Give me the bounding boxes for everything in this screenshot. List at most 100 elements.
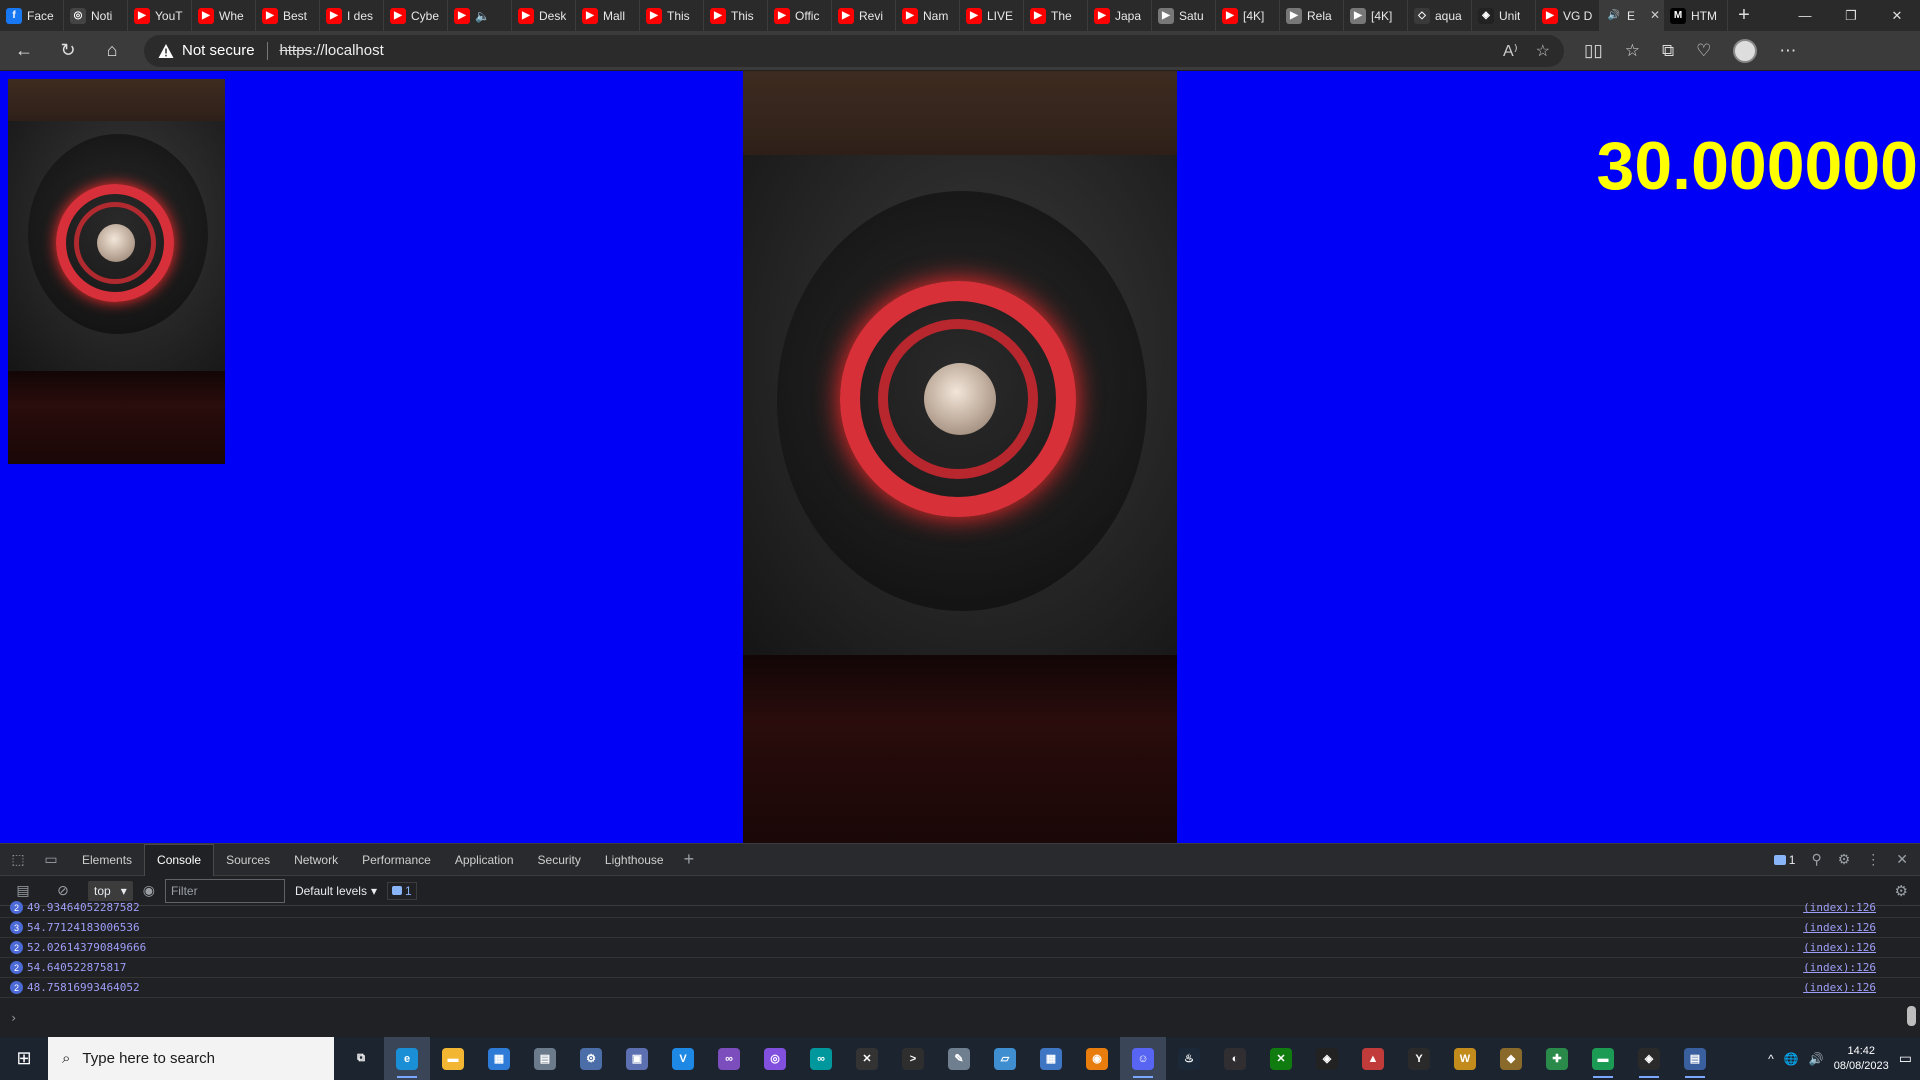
taskbar-search[interactable]: ⌕ Type here to search — [48, 1037, 334, 1080]
clock[interactable]: 14:42 08/08/2023 — [1834, 1044, 1889, 1074]
restore-button[interactable]: ❐ — [1828, 0, 1874, 31]
taskbar-app[interactable]: ∞ — [706, 1037, 752, 1080]
sidebar-toggle-icon[interactable]: ▤ — [8, 882, 38, 899]
browser-tab[interactable]: ▶ Whe — [192, 0, 256, 31]
console-settings-gear-icon[interactable]: ⚙ — [1895, 882, 1908, 900]
taskbar-app[interactable]: ▬ — [1580, 1037, 1626, 1080]
more-options-icon[interactable]: ⋮ — [1866, 851, 1880, 868]
browser-tab[interactable]: ▶ YouT — [128, 0, 192, 31]
issues-badge[interactable]: 1 — [1773, 853, 1795, 867]
more-tools-icon[interactable]: + — [684, 849, 695, 870]
browser-tab[interactable]: ▶ [4K] — [1344, 0, 1408, 31]
taskbar-app[interactable]: ▱ — [982, 1037, 1028, 1080]
taskbar-app[interactable]: ▦ — [1028, 1037, 1074, 1080]
taskbar-app[interactable]: ◎ — [752, 1037, 798, 1080]
minimize-button[interactable]: — — [1782, 0, 1828, 31]
taskbar-app[interactable]: ◉ — [1074, 1037, 1120, 1080]
network-globe-icon[interactable]: 🌐 — [1784, 1052, 1799, 1066]
browser-tab[interactable]: ▶ [4K] — [1216, 0, 1280, 31]
scrollbar-thumb[interactable] — [1907, 1006, 1916, 1026]
devtools-tab-application[interactable]: Application — [443, 844, 526, 876]
console-scrollbar[interactable] — [1907, 914, 1916, 1032]
devtools-tab-sources[interactable]: Sources — [214, 844, 282, 876]
close-window-button[interactable]: ✕ — [1874, 0, 1920, 31]
close-devtools-icon[interactable]: ✕ — [1896, 851, 1908, 868]
tray-overflow-icon[interactable]: ^ — [1768, 1052, 1774, 1066]
browser-tab[interactable]: ▶ VG D — [1536, 0, 1600, 31]
browser-tab[interactable]: ▶ Cybe — [384, 0, 448, 31]
back-button[interactable]: ← — [4, 33, 44, 69]
issues-counter[interactable]: 1 — [387, 881, 417, 900]
taskbar-app[interactable]: e — [384, 1037, 430, 1080]
browser-tab[interactable]: f Face — [0, 0, 64, 31]
console-prompt[interactable]: › — [0, 1008, 1920, 1028]
browser-tab[interactable]: ▶ Revi — [832, 0, 896, 31]
browser-tab[interactable]: ▶ Satu — [1152, 0, 1216, 31]
taskbar-app[interactable]: ▦ — [476, 1037, 522, 1080]
browser-tab[interactable]: ▶ Japa — [1088, 0, 1152, 31]
taskbar-app[interactable]: > — [890, 1037, 936, 1080]
taskbar-app[interactable]: ⚙ — [568, 1037, 614, 1080]
source-link[interactable]: (index):126 — [1803, 901, 1876, 914]
taskbar-app[interactable]: ◆ — [1488, 1037, 1534, 1080]
taskbar-app[interactable]: Y — [1396, 1037, 1442, 1080]
live-expression-eye-icon[interactable]: ◉ — [143, 882, 155, 899]
notifications-icon[interactable]: ▭ — [1899, 1050, 1912, 1067]
taskbar-app[interactable]: ◈ — [1304, 1037, 1350, 1080]
browser-tab[interactable]: M HTM — [1664, 0, 1728, 31]
browser-tab[interactable]: ▶ LIVE — [960, 0, 1024, 31]
browser-tab[interactable]: ▶ This — [640, 0, 704, 31]
settings-gear-icon[interactable]: ⚙ — [1838, 851, 1851, 868]
taskbar-app[interactable]: ♨ — [1166, 1037, 1212, 1080]
browser-tab[interactable]: ▶ Best — [256, 0, 320, 31]
devtools-tab-lighthouse[interactable]: Lighthouse — [593, 844, 676, 876]
devtools-tab-elements[interactable]: Elements — [70, 844, 144, 876]
browser-essentials-icon[interactable]: ♡ — [1696, 41, 1711, 61]
browser-tab[interactable]: ▶ Mall — [576, 0, 640, 31]
taskbar-app[interactable]: ✕ — [1258, 1037, 1304, 1080]
source-link[interactable]: (index):126 — [1803, 961, 1876, 974]
url-text[interactable]: https://localhost — [280, 42, 384, 59]
split-screen-icon[interactable]: ▯▯ — [1584, 41, 1603, 61]
devtools-tab-performance[interactable]: Performance — [350, 844, 443, 876]
taskbar-app[interactable]: ✕ — [844, 1037, 890, 1080]
clear-console-icon[interactable]: ⊘ — [48, 882, 78, 899]
new-tab-button[interactable]: + — [1728, 0, 1760, 31]
taskbar-app[interactable]: ▣ — [614, 1037, 660, 1080]
taskbar-app[interactable]: ▬ — [430, 1037, 476, 1080]
source-link[interactable]: (index):126 — [1803, 921, 1876, 934]
taskbar-app[interactable]: ∞ — [798, 1037, 844, 1080]
browser-tab[interactable]: ▶ I des — [320, 0, 384, 31]
favorites-icon[interactable]: ☆ — [1625, 41, 1640, 61]
profile-avatar[interactable] — [1733, 38, 1758, 63]
home-button[interactable]: ⌂ — [92, 33, 132, 69]
refresh-button[interactable]: ↻ — [48, 33, 88, 69]
taskbar-app[interactable]: ✚ — [1534, 1037, 1580, 1080]
taskbar-app[interactable]: ⧉ — [338, 1037, 384, 1080]
taskbar-app[interactable]: ▤ — [522, 1037, 568, 1080]
taskbar-app[interactable]: ☺ — [1120, 1037, 1166, 1080]
browser-tab[interactable]: ◇ aqua — [1408, 0, 1472, 31]
browser-tab[interactable]: ▶ Rela — [1280, 0, 1344, 31]
browser-tab[interactable]: ▶ The — [1024, 0, 1088, 31]
device-toolbar-icon[interactable]: ▭ — [36, 851, 66, 868]
devtools-tab-console[interactable]: Console — [144, 843, 215, 876]
favorite-star-icon[interactable]: ☆ — [1536, 41, 1550, 61]
browser-tab[interactable]: ◎ Noti — [64, 0, 128, 31]
volume-icon[interactable]: 🔊 — [1809, 1052, 1824, 1066]
taskbar-app[interactable]: ◈ — [1626, 1037, 1672, 1080]
collections-icon[interactable]: ⧉ — [1662, 41, 1674, 61]
security-status[interactable]: Not secure — [182, 42, 255, 59]
more-menu-icon[interactable]: ⋯ — [1779, 41, 1796, 61]
tab-audio-icon[interactable]: 🔈 — [475, 9, 490, 23]
log-levels-dropdown[interactable]: Default levels ▾ — [295, 884, 377, 898]
browser-tab[interactable]: 🔊 E ✕ — [1600, 0, 1664, 31]
taskbar-app[interactable]: V — [660, 1037, 706, 1080]
browser-tab[interactable]: ▶ Offic — [768, 0, 832, 31]
browser-tab[interactable]: ▶ Desk — [512, 0, 576, 31]
source-link[interactable]: (index):126 — [1803, 981, 1876, 994]
taskbar-app[interactable]: ◐ — [1212, 1037, 1258, 1080]
browser-tab[interactable]: ▶ 🔈 — [448, 0, 512, 31]
browser-tab[interactable]: ▶ Nam — [896, 0, 960, 31]
taskbar-app[interactable]: ✎ — [936, 1037, 982, 1080]
